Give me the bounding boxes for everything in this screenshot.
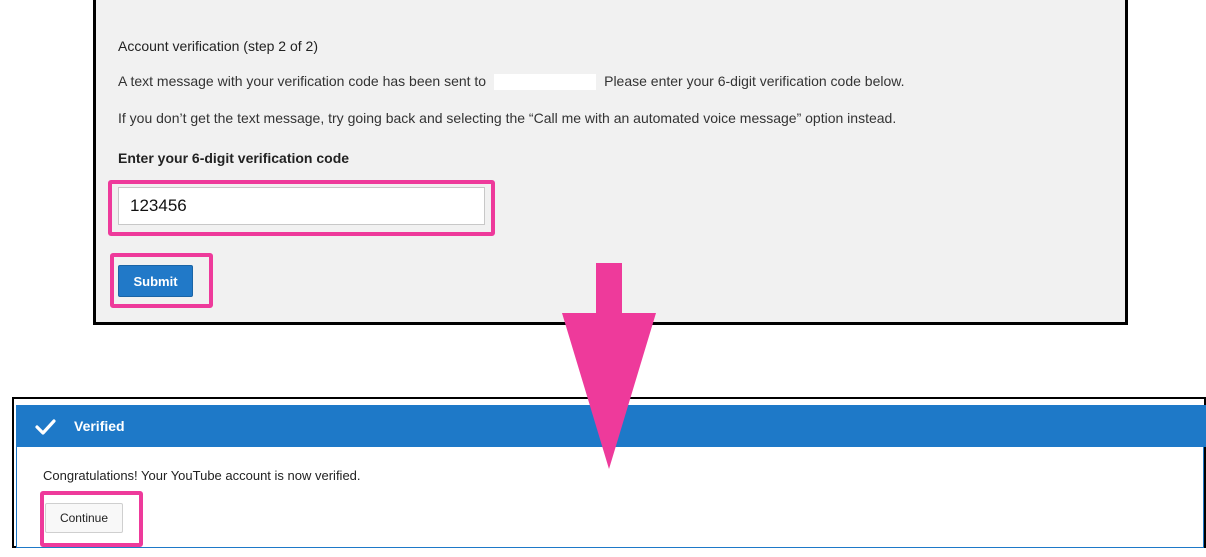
down-arrow-icon [562, 263, 656, 469]
code-field-label: Enter your 6-digit verification code [118, 150, 350, 166]
redacted-phone-number [494, 74, 597, 91]
instruction-line-1: A text message with your verification co… [118, 73, 905, 91]
submit-button[interactable]: Submit [118, 265, 193, 297]
verified-title: Verified [74, 418, 125, 434]
checkmark-icon [35, 419, 56, 435]
instruction-line-2: If you don’t get the text message, try g… [118, 110, 897, 126]
verification-title: Account verification (step 2 of 2) [118, 38, 318, 54]
continue-button[interactable]: Continue [45, 503, 123, 533]
instruction-text-after: Please enter your 6-digit verification c… [604, 73, 905, 89]
instruction-text-before: A text message with your verification co… [118, 73, 487, 89]
verified-message: Congratulations! Your YouTube account is… [43, 468, 361, 483]
verification-code-input[interactable] [118, 187, 485, 225]
